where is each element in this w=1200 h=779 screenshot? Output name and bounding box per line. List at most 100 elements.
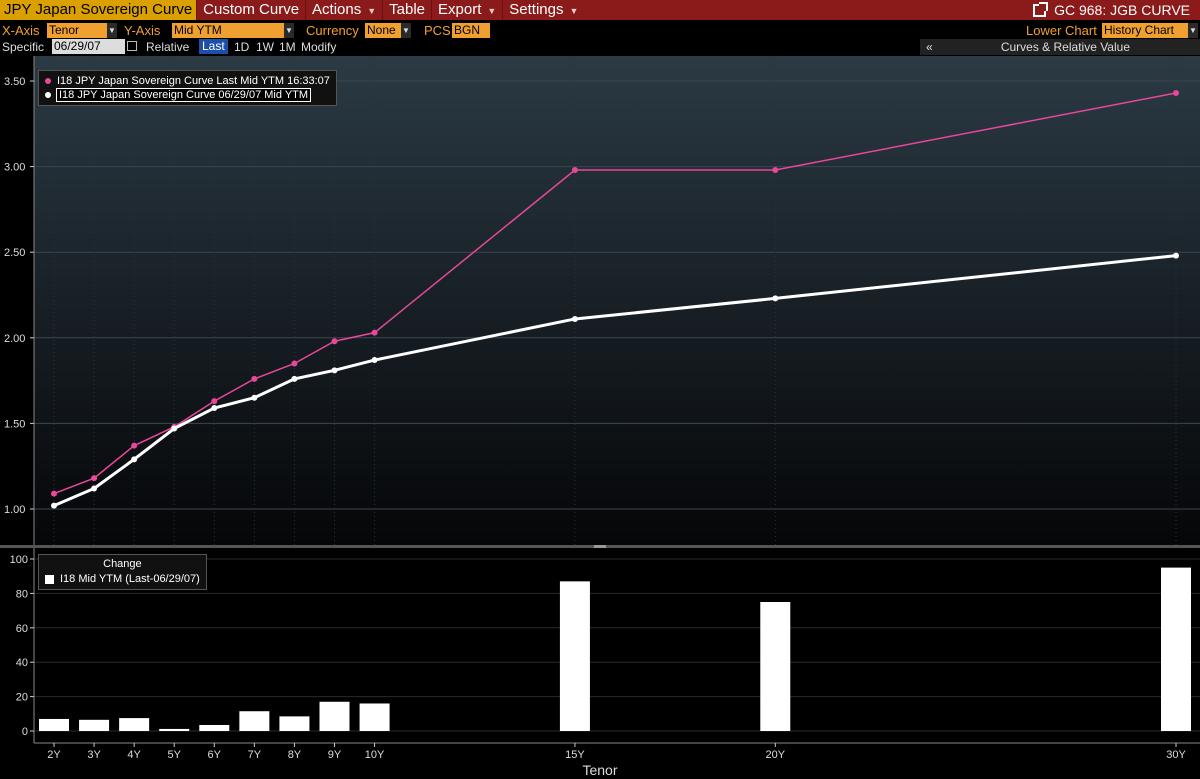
yaxis-dropdown[interactable]: Mid YTM ▼ <box>172 23 294 38</box>
change-bar[interactable] <box>760 602 791 731</box>
menu-actions[interactable]: Actions ▼ <box>305 0 382 20</box>
last-curve-point[interactable] <box>251 375 258 382</box>
x-tick-label: 20Y <box>765 749 785 761</box>
history-curve-point[interactable] <box>331 367 338 374</box>
caret-down-icon: ▼ <box>569 6 579 16</box>
chevron-down-icon: ▼ <box>284 23 294 38</box>
plot-background <box>34 548 1200 779</box>
panel-title: Curves & Relative Value <box>1000 40 1130 54</box>
y-tick-label: 20 <box>16 692 28 704</box>
change-legend-title: Change <box>103 558 142 570</box>
last-curve-point[interactable] <box>51 490 57 497</box>
external-link-icon[interactable] <box>1033 1 1049 17</box>
change-bar[interactable] <box>119 718 150 731</box>
change-bar[interactable] <box>319 701 350 731</box>
change-bar[interactable] <box>79 719 110 731</box>
last-curve-point[interactable] <box>91 475 98 482</box>
y-tick-label: 60 <box>16 623 28 635</box>
history-curve-point[interactable] <box>772 295 779 302</box>
y-tick-label: 40 <box>16 657 28 669</box>
legend-hist-label: I18 JPY Japan Sovereign Curve 06/29/07 M… <box>55 88 312 102</box>
history-curve-point[interactable] <box>211 404 218 411</box>
pink-dot-icon <box>45 78 51 84</box>
pcs-input[interactable]: BGN <box>452 23 490 38</box>
x-tick-label: 2Y <box>47 749 61 761</box>
change-bar[interactable] <box>199 724 230 731</box>
y-tick-label: 1.00 <box>4 504 25 516</box>
function-code: GC 968: JGB CURVE <box>1054 2 1190 18</box>
history-curve-point[interactable] <box>371 357 378 364</box>
y-tick-label: 3.00 <box>4 162 25 174</box>
last-curve-point[interactable] <box>331 338 338 345</box>
change-bar[interactable] <box>359 703 390 731</box>
history-curve-point[interactable] <box>571 315 578 322</box>
change-bar[interactable] <box>159 728 190 731</box>
last-curve-point[interactable] <box>211 398 218 405</box>
last-button[interactable]: Last <box>199 39 228 54</box>
menu-custom-curve-label: Custom Curve <box>203 1 300 18</box>
lower-chart-label: Lower Chart <box>1026 23 1097 38</box>
menu-actions-label: Actions <box>312 1 362 18</box>
1d-button[interactable]: 1D <box>234 40 249 54</box>
calendar-icon[interactable] <box>127 41 137 51</box>
history-curve-point[interactable] <box>1173 252 1179 259</box>
history-curve-point[interactable] <box>51 502 57 509</box>
xaxis-dropdown[interactable]: Tenor ▼ <box>47 23 117 38</box>
menu-settings[interactable]: Settings ▼ <box>502 0 584 20</box>
change-bar[interactable] <box>1161 567 1191 731</box>
currency-label: Currency <box>306 23 359 38</box>
history-curve-point[interactable] <box>171 425 178 432</box>
axis-controls: X-Axis Tenor ▼ Y-Axis Mid YTM ▼ Currency N… <box>0 22 1200 40</box>
change-bar[interactable] <box>559 581 590 731</box>
1m-button[interactable]: 1M <box>279 40 296 54</box>
last-curve-point[interactable] <box>772 167 779 174</box>
specific-date-input[interactable]: 06/29/07 <box>52 39 125 54</box>
white-dot-icon <box>45 92 51 98</box>
y-tick-label: 1.50 <box>4 418 25 430</box>
history-curve-point[interactable] <box>291 375 298 382</box>
collapse-chevron-icon[interactable]: « <box>926 40 933 54</box>
x-tick-label: 15Y <box>565 749 585 761</box>
menu-custom-curve[interactable]: Custom Curve <box>196 0 305 20</box>
last-curve-point[interactable] <box>131 442 138 449</box>
history-curve-point[interactable] <box>91 485 98 492</box>
lower-chart-value: History Chart <box>1104 23 1175 37</box>
y-tick-label: 2.50 <box>4 247 25 259</box>
menu-bar: JPY Japan Sovereign Curve Custom Curve A… <box>0 0 1200 20</box>
menu-settings-label: Settings <box>509 1 564 18</box>
legend-last-label: I18 JPY Japan Sovereign Curve Last Mid Y… <box>57 75 330 87</box>
function-label: GC 968: JGB CURVE <box>1033 1 1200 18</box>
yield-curve-chart[interactable]: 1.00 1.50 2.00 2.50 3.00 3.50 <box>0 56 1200 546</box>
x-axis-title: Tenor <box>582 762 618 778</box>
caret-down-icon: ▼ <box>487 6 497 16</box>
lower-chart-dropdown[interactable]: History Chart ▼ <box>1102 23 1198 38</box>
x-tick-label: 5Y <box>167 749 181 761</box>
menu-export[interactable]: Export ▼ <box>431 0 502 20</box>
main-legend: I18 JPY Japan Sovereign Curve Last Mid Y… <box>38 70 337 106</box>
modify-button[interactable]: Modify <box>301 40 336 54</box>
history-curve-point[interactable] <box>131 456 138 463</box>
y-tick-label: 3.50 <box>4 76 25 88</box>
menu-export-label: Export <box>438 1 482 18</box>
change-bar[interactable] <box>39 718 69 731</box>
history-curve-point[interactable] <box>251 394 258 401</box>
chevron-down-icon: ▼ <box>107 23 117 38</box>
white-square-icon <box>45 574 54 584</box>
x-tick-label: 9Y <box>328 749 342 761</box>
pcs-label: PCS <box>424 23 451 38</box>
chevron-down-icon: ▼ <box>401 23 411 38</box>
legend-entry-change: I18 Mid YTM (Last-06/29/07) <box>45 572 200 586</box>
plot-background <box>34 56 1200 546</box>
menu-table[interactable]: Table <box>382 0 431 20</box>
1w-button[interactable]: 1W <box>256 40 274 54</box>
currency-dropdown[interactable]: None ▼ <box>365 23 411 38</box>
legend-entry-last: I18 JPY Japan Sovereign Curve Last Mid Y… <box>45 74 330 88</box>
last-curve-point[interactable] <box>1173 89 1179 96</box>
last-curve-point[interactable] <box>291 360 298 367</box>
last-curve-point[interactable] <box>571 167 578 174</box>
legend-change-label: I18 Mid YTM (Last-06/29/07) <box>60 573 200 585</box>
change-bar[interactable] <box>279 716 310 731</box>
change-bar[interactable] <box>239 711 270 731</box>
curve-title[interactable]: JPY Japan Sovereign Curve <box>0 0 197 20</box>
last-curve-point[interactable] <box>371 329 378 336</box>
